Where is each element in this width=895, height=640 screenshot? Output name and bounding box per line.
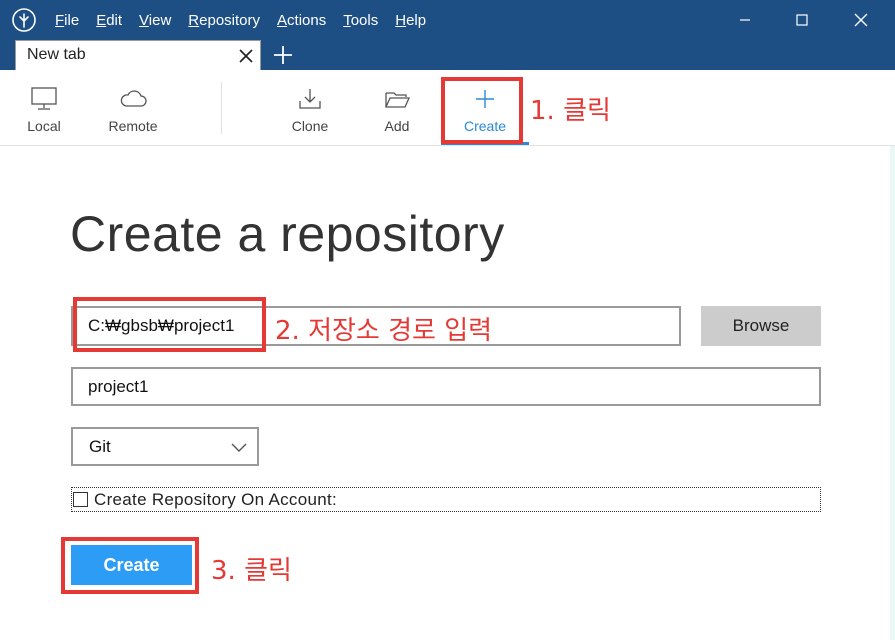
menu-tools[interactable]: Tools — [343, 12, 378, 29]
add-tab-icon[interactable] — [273, 45, 293, 65]
maximize-icon — [796, 14, 808, 26]
chevron-down-icon — [231, 443, 247, 452]
toolbar-clone-label: Clone — [291, 118, 329, 134]
menu-repository[interactable]: Repository — [188, 12, 260, 29]
menu-view[interactable]: View — [139, 12, 171, 29]
annotation-box-step3 — [61, 537, 199, 594]
tab-label: New tab — [27, 46, 86, 63]
menu-actions[interactable]: Actions — [277, 12, 326, 29]
repository-type-select[interactable]: Git — [71, 427, 259, 466]
toolbar-add-label: Add — [384, 118, 410, 134]
annotation-box-step2 — [73, 297, 266, 352]
tab-new-tab[interactable]: New tab — [15, 40, 261, 70]
toolbar-local-button[interactable]: Local — [14, 70, 74, 146]
folder-open-icon — [385, 92, 411, 108]
menu-bar: File Edit View Repository Actions Tools … — [55, 0, 443, 40]
window-edge — [890, 146, 895, 640]
create-on-account-row[interactable]: Create Repository On Account: — [71, 487, 821, 512]
annotation-step1: 1. 클릭 — [530, 96, 611, 126]
sourcetree-logo-icon[interactable] — [12, 8, 36, 32]
menu-file[interactable]: File — [55, 12, 79, 29]
annotation-step2: 2. 저장소 경로 입력 — [275, 316, 493, 346]
menu-edit[interactable]: Edit — [96, 12, 122, 29]
create-on-account-checkbox[interactable] — [73, 492, 88, 507]
toolbar-remote-label: Remote — [108, 118, 158, 134]
repository-type-value: Git — [89, 436, 111, 456]
close-tab-icon[interactable] — [238, 48, 254, 64]
repository-name-input[interactable]: project1 — [71, 367, 821, 406]
tab-strip: New tab — [0, 40, 895, 70]
minimize-button[interactable] — [722, 0, 768, 40]
download-icon — [299, 89, 321, 109]
browse-button[interactable]: Browse — [701, 306, 821, 346]
annotation-box-step1 — [441, 77, 523, 144]
toolbar-separator — [221, 82, 222, 134]
cloud-icon — [120, 90, 147, 107]
monitor-icon — [31, 87, 57, 110]
menu-help[interactable]: Help — [395, 12, 426, 29]
toolbar-clone-button[interactable]: Clone — [280, 70, 340, 146]
toolbar-remote-button[interactable]: Remote — [98, 70, 168, 146]
toolbar-local-label: Local — [27, 118, 61, 134]
close-window-button[interactable] — [838, 0, 884, 40]
create-on-account-label: Create Repository On Account: — [94, 489, 338, 509]
minimize-icon — [740, 19, 750, 21]
close-icon — [854, 13, 868, 27]
toolbar-add-button[interactable]: Add — [370, 70, 424, 146]
annotation-step3: 3. 클릭 — [211, 556, 292, 586]
page-title: Create a repository — [70, 206, 505, 262]
title-bar: File Edit View Repository Actions Tools … — [0, 0, 895, 40]
repository-name-value: project1 — [88, 376, 149, 396]
maximize-button[interactable] — [779, 0, 825, 40]
